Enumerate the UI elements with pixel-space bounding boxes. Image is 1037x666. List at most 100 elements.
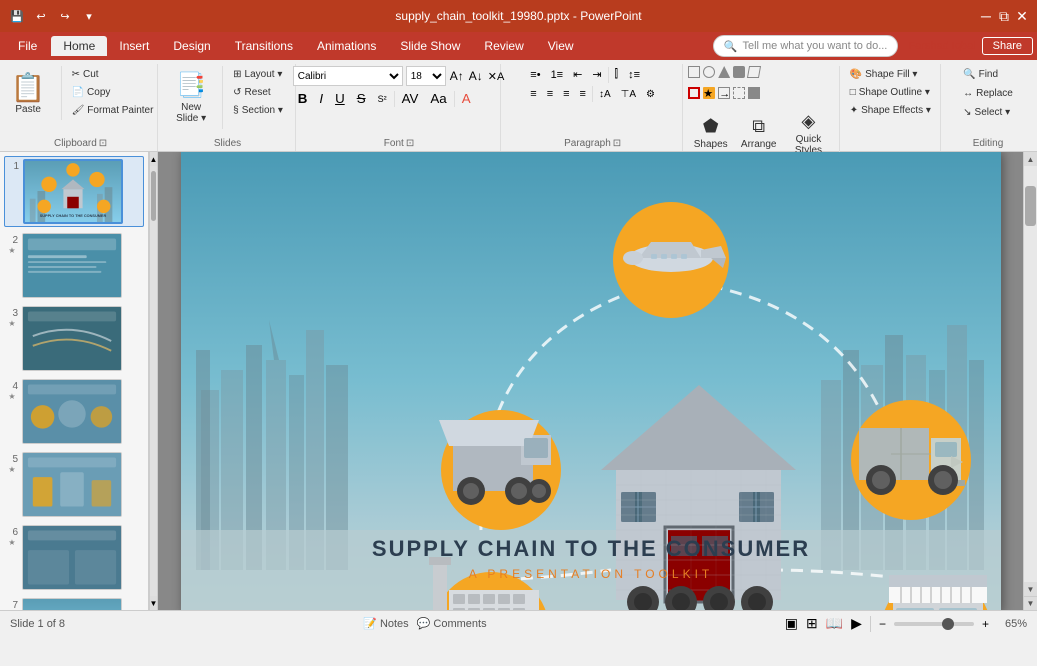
slide-thumb-4[interactable]: 4 ★ <box>4 377 144 446</box>
replace-button[interactable]: ↔ Replace <box>957 85 1019 102</box>
cut-button[interactable]: ✂ Cut <box>66 66 160 83</box>
justify-button[interactable]: ≡ <box>576 86 590 102</box>
customize-qat-button[interactable]: ▾ <box>80 7 98 25</box>
bold-button[interactable]: B <box>293 89 313 108</box>
close-button[interactable]: ✕ <box>1015 9 1029 23</box>
layout-button[interactable]: ⊞ Layout ▾ <box>227 66 289 83</box>
underline-button[interactable]: U <box>330 89 350 108</box>
zoom-out-button[interactable]: − <box>879 617 886 631</box>
comments-button[interactable]: 💬 Comments <box>417 617 487 630</box>
section-icon: § <box>233 105 239 116</box>
minimize-button[interactable]: ─ <box>979 9 993 23</box>
tab-animations[interactable]: Animations <box>305 36 388 56</box>
save-button[interactable]: 💾 <box>8 7 26 25</box>
quick-styles-button[interactable]: ◈ Quick Styles <box>784 108 833 158</box>
find-button[interactable]: 🔍 Find <box>957 66 1019 83</box>
tab-view[interactable]: View <box>536 36 586 56</box>
text-direction-button[interactable]: ↕A <box>595 87 615 102</box>
slide-sorter-button[interactable]: ⊞ <box>806 615 818 632</box>
increase-font-button[interactable]: A↑ <box>449 68 465 84</box>
shape-fill-button[interactable]: 🎨 Shape Fill ▾ <box>844 66 937 83</box>
main-area: 1 <box>0 152 1037 610</box>
slide-canvas[interactable]: SUPPLY CHAIN TO THE CONSUMER A PRESENTAT… <box>181 152 1001 610</box>
decrease-indent-button[interactable]: ⇤ <box>569 66 586 83</box>
zoom-slider[interactable] <box>894 622 974 626</box>
font-name-select[interactable]: Calibri <box>293 66 403 86</box>
undo-button[interactable]: ↩ <box>32 7 50 25</box>
clipboard-expand-icon[interactable]: ⊡ <box>99 138 107 149</box>
italic-button[interactable]: I <box>314 89 328 108</box>
paste-button[interactable]: 📋 Paste <box>2 66 55 120</box>
shadow-button[interactable]: S² <box>373 92 392 106</box>
file-menu[interactable]: File <box>4 36 51 56</box>
align-center-button[interactable]: ≡ <box>543 86 557 102</box>
slide-thumb-6[interactable]: 6 ★ <box>4 523 144 592</box>
zoom-in-button[interactable]: + <box>982 617 989 631</box>
panel-scroll-up[interactable]: ▲ <box>150 152 157 166</box>
smartart-button[interactable]: ⚙ <box>642 87 659 102</box>
align-left-button[interactable]: ≡ <box>526 86 540 102</box>
share-button[interactable]: Share <box>982 37 1033 55</box>
scroll-up-button[interactable]: ▲ <box>1024 152 1037 166</box>
reset-button[interactable]: ↺ Reset <box>227 84 289 101</box>
tab-review[interactable]: Review <box>472 36 535 56</box>
redo-button[interactable]: ↪ <box>56 7 74 25</box>
shape-effects-button[interactable]: ✦ Shape Effects ▾ <box>844 102 937 119</box>
slide-thumb-1[interactable]: 1 <box>4 156 144 227</box>
line-spacing-button[interactable]: ↕≡ <box>624 67 644 83</box>
scroll-down-button[interactable]: ▼ <box>1024 582 1037 596</box>
shape-para[interactable] <box>747 66 761 78</box>
restore-button[interactable]: ⧉ <box>997 9 1011 23</box>
tab-home[interactable]: Home <box>51 36 107 56</box>
shape-tri[interactable] <box>718 66 730 78</box>
bullets-button[interactable]: ≡• <box>526 67 544 83</box>
character-spacing-button[interactable]: AV <box>397 89 424 108</box>
normal-view-button[interactable]: ▣ <box>785 615 798 632</box>
section-button[interactable]: § Section ▾ <box>227 102 289 119</box>
align-right-button[interactable]: ≡ <box>559 86 573 102</box>
copy-icon: 📄 <box>72 87 84 98</box>
tab-design[interactable]: Design <box>161 36 222 56</box>
shape-rect[interactable] <box>688 66 700 78</box>
tab-transitions[interactable]: Transitions <box>223 36 305 56</box>
format-painter-button[interactable]: 🖌 Format Painter <box>66 102 160 119</box>
columns-button[interactable]: ⫿ <box>611 66 623 83</box>
change-case-button[interactable]: Aa <box>425 89 451 108</box>
shape-line[interactable] <box>688 87 700 99</box>
slide-thumb-5[interactable]: 5 ★ <box>4 450 144 519</box>
shapes-button[interactable]: ⬟ Shapes <box>688 108 733 158</box>
align-text-button[interactable]: ⊤A <box>617 87 640 102</box>
paragraph-expand-icon[interactable]: ⊡ <box>613 138 621 149</box>
font-color-button[interactable]: A <box>457 89 476 108</box>
arrange-button[interactable]: ⧉ Arrange <box>736 108 781 158</box>
slide-thumb-7[interactable]: 7 ★ <box>4 596 144 610</box>
decrease-font-button[interactable]: A↓ <box>468 68 484 84</box>
shape-rounded-rect[interactable] <box>733 66 745 78</box>
panel-scroll-down[interactable]: ▼ <box>150 596 157 610</box>
scroll-down-button2[interactable]: ▼ <box>1024 596 1037 610</box>
new-slide-button[interactable]: 📑 NewSlide ▾ <box>166 66 216 129</box>
slide-panel: 1 <box>0 152 149 610</box>
copy-button[interactable]: 📄 Copy <box>66 84 160 101</box>
shape-arrow[interactable]: → <box>718 87 730 99</box>
numbering-button[interactable]: 1≡ <box>547 67 568 83</box>
slide-thumb-3[interactable]: 3 ★ <box>4 304 144 373</box>
shape-star[interactable]: ★ <box>703 87 715 99</box>
tab-slideshow[interactable]: Slide Show <box>388 36 472 56</box>
strikethrough-button[interactable]: S <box>352 89 371 108</box>
notes-button[interactable]: 📝 Notes <box>363 617 408 630</box>
slideshow-view-button[interactable]: ▶ <box>851 615 862 632</box>
shape-oval[interactable] <box>703 66 715 78</box>
replace-icon: ↔ <box>963 88 973 99</box>
shape-misc[interactable] <box>748 87 760 99</box>
tell-me-box[interactable]: 🔍 Tell me what you want to do... <box>713 35 899 57</box>
increase-indent-button[interactable]: ⇥ <box>588 66 605 83</box>
font-expand-icon[interactable]: ⊡ <box>406 138 414 149</box>
tab-insert[interactable]: Insert <box>107 36 161 56</box>
shape-outline-button[interactable]: □ Shape Outline ▾ <box>844 84 937 101</box>
shape-callout[interactable] <box>733 87 745 99</box>
select-button[interactable]: ↘ Select ▾ <box>957 104 1019 121</box>
reading-view-button[interactable]: 📖 <box>826 615 843 632</box>
slide-thumb-2[interactable]: 2 ★ <box>4 231 144 300</box>
font-size-select[interactable]: 18 <box>406 66 446 86</box>
